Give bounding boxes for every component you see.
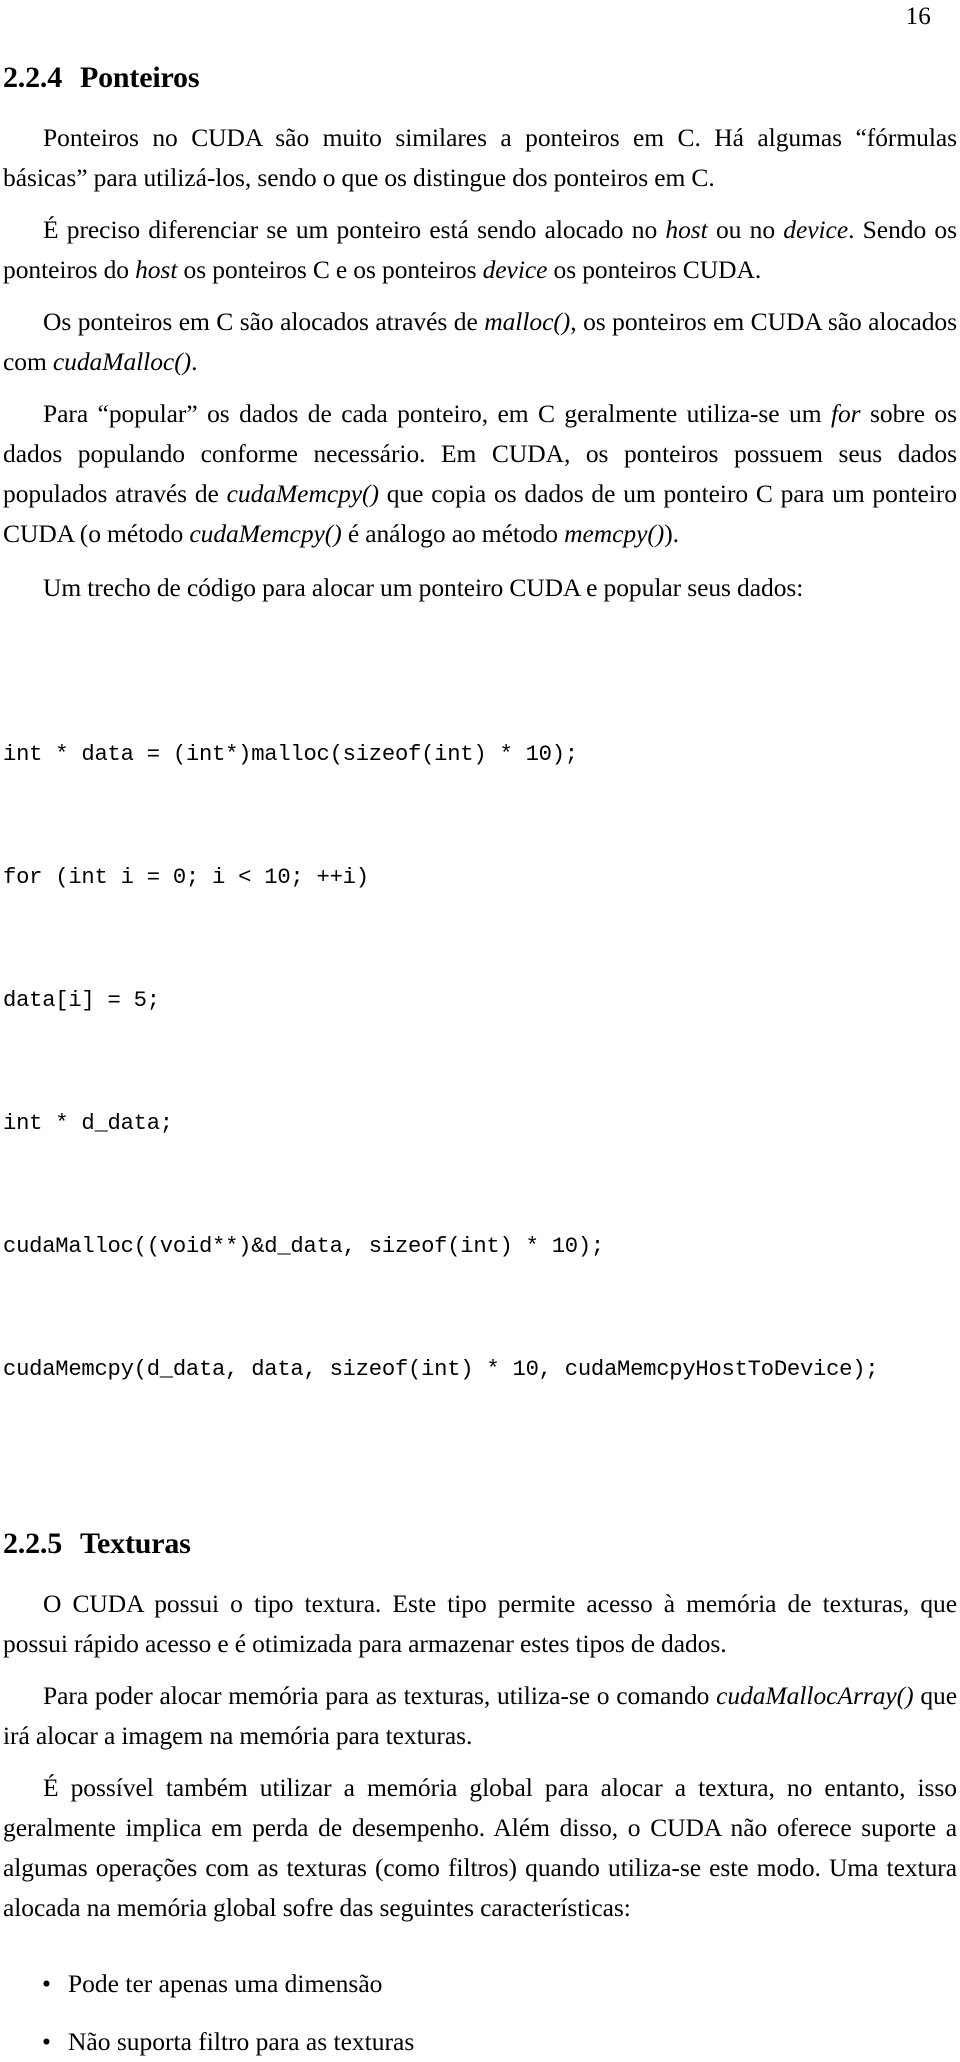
text-run: Para “popular” os dados de cada ponteiro… bbox=[43, 399, 831, 428]
characteristics-list: • Pode ter apenas uma dimensão • Não sup… bbox=[3, 1964, 957, 2062]
section-number: 2.2.5 bbox=[3, 1527, 63, 1560]
paragraph-code-intro: Um trecho de código para alocar um ponte… bbox=[3, 568, 957, 608]
code-term-cudamemcpy: cudaMemcpy() bbox=[226, 479, 379, 508]
section-heading-texturas-wrapper: 2.2.5 Texturas bbox=[3, 1526, 957, 1562]
code-term-cudamemcpy-2: cudaMemcpy() bbox=[189, 519, 342, 548]
text-run: os ponteiros CUDA. bbox=[547, 255, 762, 284]
code-term-memcpy: memcpy() bbox=[564, 519, 665, 548]
code-line: for (int i = 0; i < 10; ++i) bbox=[3, 865, 369, 890]
list-item: • Pode ter apenas uma dimensão bbox=[3, 1964, 957, 2004]
text-run: ou no bbox=[707, 215, 784, 244]
section-heading-texturas: 2.2.5 Texturas bbox=[3, 1526, 957, 1562]
section-title: Texturas bbox=[80, 1527, 191, 1560]
bullet-icon: • bbox=[42, 2027, 51, 2056]
section-heading-ponteiros: 2.2.4 Ponteiros bbox=[3, 60, 957, 96]
paragraph-memoria-global: É possível também utilizar a memória glo… bbox=[3, 1768, 957, 1928]
code-line: int * data = (int*)malloc(sizeof(int) * … bbox=[3, 742, 578, 767]
emphasis-device-2: device bbox=[482, 255, 548, 284]
code-line: int * d_data; bbox=[3, 1111, 173, 1136]
text-run: É preciso diferenciar se um ponteiro est… bbox=[43, 215, 666, 244]
text-run: Os ponteiros em C são alocados através d… bbox=[43, 307, 485, 336]
emphasis-device: device bbox=[783, 215, 849, 244]
paragraph-textura-tipo: O CUDA possui o tipo textura. Este tipo … bbox=[3, 1584, 957, 1664]
text-run: ). bbox=[664, 519, 680, 548]
paragraph-cudamemcpy: Para “popular” os dados de cada ponteiro… bbox=[3, 394, 957, 554]
code-line: cudaMemcpy(d_data, data, sizeof(int) * 1… bbox=[3, 1357, 879, 1382]
document-page: 16 2.2.4 Ponteiros Ponteiros no CUDA são… bbox=[0, 0, 960, 2056]
text-run: os ponteiros C e os ponteiros bbox=[177, 255, 483, 284]
paragraph-ponteiros-intro: Ponteiros no CUDA são muito similares a … bbox=[3, 118, 957, 198]
section-heading-ponteiros-wrapper: 2.2.4 Ponteiros bbox=[3, 60, 957, 96]
text-run: Ponteiros no CUDA são muito similares a … bbox=[3, 123, 957, 192]
code-term-malloc: malloc() bbox=[484, 307, 571, 336]
code-term-cudamalloc: cudaMalloc() bbox=[52, 347, 192, 376]
code-line: cudaMalloc((void**)&d_data, sizeof(int) … bbox=[3, 1234, 604, 1259]
text-run: É possível também utilizar a memória glo… bbox=[3, 1773, 957, 1922]
text-run: Um trecho de código para alocar um ponte… bbox=[43, 573, 804, 602]
code-line: data[i] = 5; bbox=[3, 988, 160, 1013]
section-number: 2.2.4 bbox=[3, 61, 63, 94]
text-run: é análogo ao método bbox=[341, 519, 565, 548]
code-listing: int * data = (int*)malloc(sizeof(int) * … bbox=[3, 652, 957, 1472]
paragraph-malloc: Os ponteiros em C são alocados através d… bbox=[3, 302, 957, 382]
text-run: . bbox=[191, 347, 198, 376]
bullet-icon: • bbox=[42, 1969, 51, 1998]
emphasis-host: host bbox=[665, 215, 708, 244]
text-run: Para poder alocar memória para as textur… bbox=[43, 1681, 717, 1710]
text-run: O CUDA possui o tipo textura. Este tipo … bbox=[3, 1589, 957, 1658]
page-number: 16 bbox=[905, 3, 931, 30]
code-term-for: for bbox=[830, 399, 861, 428]
emphasis-host-2: host bbox=[135, 255, 178, 284]
list-item-label: Não suporta filtro para as texturas bbox=[68, 2027, 415, 2056]
section-title: Ponteiros bbox=[80, 61, 200, 94]
list-item-label: Pode ter apenas uma dimensão bbox=[68, 1969, 383, 1998]
paragraph-cudamallocarray: Para poder alocar memória para as textur… bbox=[3, 1676, 957, 1756]
code-term-cudamallocarray: cudaMallocArray() bbox=[716, 1681, 914, 1710]
paragraph-host-device: É preciso diferenciar se um ponteiro est… bbox=[3, 210, 957, 290]
list-item: • Não suporta filtro para as texturas bbox=[3, 2022, 957, 2062]
heading-spacer bbox=[3, 1562, 957, 1584]
heading-spacer bbox=[3, 96, 957, 118]
